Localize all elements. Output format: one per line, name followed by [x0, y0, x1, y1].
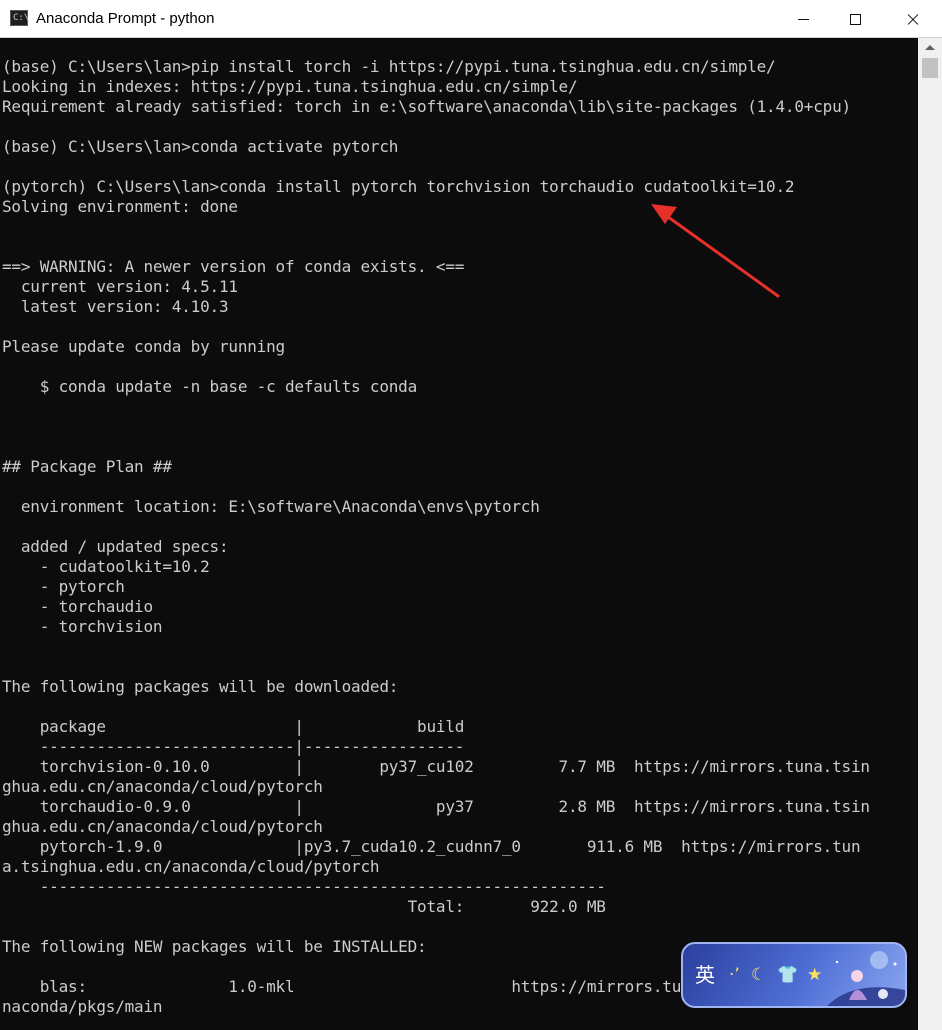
- minimize-button[interactable]: [780, 0, 826, 38]
- scroll-thumb[interactable]: [922, 58, 938, 78]
- title-bar[interactable]: C:\ Anaconda Prompt - python: [0, 0, 942, 38]
- console-line: naconda/pkgs/main: [2, 997, 163, 1016]
- console-line: The following packages will be downloade…: [2, 677, 399, 696]
- console-output[interactable]: (base) C:\Users\lan>pip install torch -i…: [0, 38, 918, 1030]
- maximize-button[interactable]: [832, 0, 878, 38]
- console-line: Total: 922.0 MB: [2, 897, 606, 916]
- skin-tshirt-icon[interactable]: 👕: [777, 962, 798, 988]
- console-line: torchaudio-0.9.0 | py37 2.8 MB https://m…: [2, 797, 870, 816]
- chevron-up-icon: [925, 44, 935, 50]
- console-line: $ conda update -n base -c defaults conda: [2, 377, 418, 396]
- punctuation-icon[interactable]: ·ʼ: [729, 962, 740, 988]
- console-line: added / updated specs:: [2, 537, 229, 556]
- ime-language-toggle[interactable]: 英: [695, 962, 721, 988]
- console-line: - torchaudio: [2, 597, 153, 616]
- console-line: Requirement already satisfied: torch in …: [2, 97, 851, 116]
- moon-icon[interactable]: ☾: [751, 962, 766, 988]
- vertical-scrollbar[interactable]: [918, 38, 942, 1030]
- console-line: ghua.edu.cn/anaconda/cloud/pytorch: [2, 817, 323, 836]
- ime-decoration-icon: [827, 951, 905, 1006]
- console-line: - pytorch: [2, 577, 125, 596]
- minimize-icon: [797, 18, 809, 20]
- console-line: ghua.edu.cn/anaconda/cloud/pytorch: [2, 777, 323, 796]
- console-line: ---------------------------|------------…: [2, 737, 465, 756]
- console-line: pytorch-1.9.0 |py3.7_cuda10.2_cudnn7_0 9…: [2, 837, 861, 856]
- console-line: The following NEW packages will be INSTA…: [2, 937, 427, 956]
- close-icon: [907, 13, 919, 25]
- console-line: ## Package Plan ##: [2, 457, 172, 476]
- console-line: (base) C:\Users\lan>conda activate pytor…: [2, 137, 399, 156]
- console-line: - torchvision: [2, 617, 163, 636]
- console-line: latest version: 4.10.3: [2, 297, 229, 316]
- console-line: Solving environment: done: [2, 197, 238, 216]
- console-line: ==> WARNING: A newer version of conda ex…: [2, 257, 465, 276]
- star-icon[interactable]: ★: [807, 962, 822, 988]
- ime-toolbar[interactable]: 英 ·ʼ ☾ 👕 ★: [681, 942, 907, 1008]
- console-line: current version: 4.5.11: [2, 277, 238, 296]
- console-line: ----------------------------------------…: [2, 877, 606, 896]
- maximize-icon: [849, 13, 861, 25]
- console-line: Looking in indexes: https://pypi.tuna.ts…: [2, 77, 578, 96]
- console-line: - cudatoolkit=10.2: [2, 557, 210, 576]
- scroll-down-button[interactable]: [918, 1012, 942, 1030]
- console-line: (base) C:\Users\lan>pip install torch -i…: [2, 57, 776, 76]
- close-button[interactable]: [890, 0, 936, 38]
- scroll-up-button[interactable]: [918, 38, 942, 56]
- console-line: environment location: E:\software\Anacon…: [2, 497, 540, 516]
- console-line: package | build: [2, 717, 465, 736]
- window-title: Anaconda Prompt - python: [36, 10, 215, 27]
- console-line: (pytorch) C:\Users\lan>conda install pyt…: [2, 177, 795, 196]
- console-line: a.tsinghua.edu.cn/anaconda/cloud/pytorch: [2, 857, 380, 876]
- console-line: Please update conda by running: [2, 337, 285, 356]
- terminal-app-icon[interactable]: C:\: [10, 10, 29, 26]
- console-line: torchvision-0.10.0 | py37_cu102 7.7 MB h…: [2, 757, 870, 776]
